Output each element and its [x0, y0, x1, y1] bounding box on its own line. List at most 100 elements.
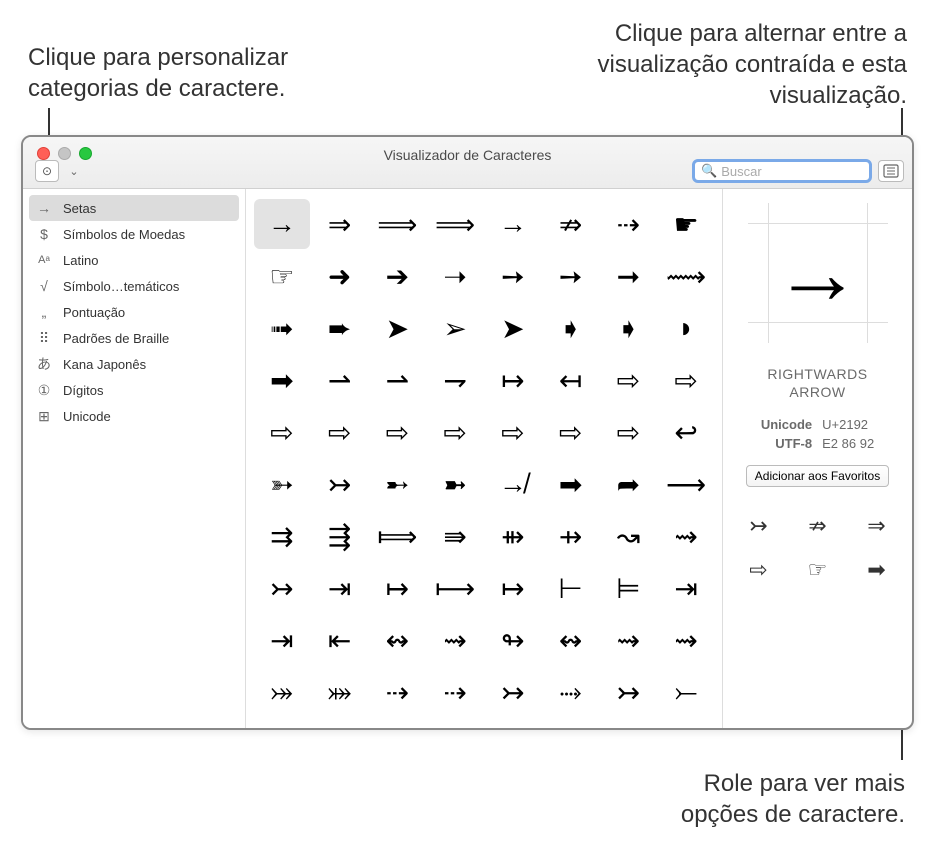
char-cell[interactable]: ⟿: [658, 251, 714, 301]
variant-cell[interactable]: ⇨: [741, 557, 776, 583]
char-cell[interactable]: ⇒: [312, 199, 368, 249]
sidebar-item-digits[interactable]: ① Dígitos: [23, 377, 245, 403]
char-cell[interactable]: ➸: [370, 459, 426, 509]
sidebar-item-punctuation[interactable]: „ Pontuação: [23, 299, 245, 325]
char-cell[interactable]: ⇀: [370, 355, 426, 405]
char-cell[interactable]: ↣: [254, 563, 310, 613]
char-cell[interactable]: ◗: [658, 303, 714, 353]
char-cell[interactable]: ↣: [485, 667, 541, 717]
char-cell[interactable]: ↬: [485, 615, 541, 665]
char-cell[interactable]: ➔: [370, 251, 426, 301]
variant-cell[interactable]: ⇏: [800, 513, 835, 539]
char-cell[interactable]: ⇨: [601, 407, 657, 457]
char-cell[interactable]: ⇥: [658, 563, 714, 613]
char-cell[interactable]: ⇝: [658, 511, 714, 561]
char-cell[interactable]: ⟶: [658, 459, 714, 509]
char-cell[interactable]: ⟹: [370, 199, 426, 249]
char-cell[interactable]: ↦: [485, 355, 541, 405]
character-grid[interactable]: →⇒⟹⟹→⇏⇢☛☞➜➔➝➙➙➞⟿➟➨➤➢➤➧➧◗➡⇀⇀⇁↦↤⇨⇨⇨⇨⇨⇨⇨⇨⇨↩…: [246, 189, 722, 728]
char-cell[interactable]: ↭: [370, 615, 426, 665]
char-cell[interactable]: ➧: [601, 303, 657, 353]
char-cell[interactable]: ↣: [601, 667, 657, 717]
variant-cell[interactable]: ➡: [859, 557, 894, 583]
char-cell[interactable]: ⊢: [543, 563, 599, 613]
add-to-favorites-button[interactable]: Adicionar aos Favoritos: [746, 465, 889, 487]
char-cell[interactable]: ➳: [254, 459, 310, 509]
char-cell[interactable]: ⊨: [601, 563, 657, 613]
char-cell[interactable]: ⇨: [312, 407, 368, 457]
char-cell[interactable]: ➨: [312, 303, 368, 353]
char-cell[interactable]: ⟼: [427, 563, 483, 613]
sidebar-item-braille[interactable]: ⠿ Padrões de Braille: [23, 325, 245, 351]
char-cell[interactable]: ➡: [254, 355, 310, 405]
char-cell[interactable]: ⇶: [312, 511, 368, 561]
sidebar-item-math[interactable]: √ Símbolo…temáticos: [23, 273, 245, 299]
char-cell[interactable]: ⇨: [254, 407, 310, 457]
char-cell[interactable]: ⟹: [427, 199, 483, 249]
search-input[interactable]: [721, 164, 863, 179]
char-cell[interactable]: ⇨: [658, 355, 714, 405]
customize-categories-button[interactable]: ⊙: [35, 160, 59, 182]
char-cell[interactable]: ⇸: [543, 511, 599, 561]
char-cell[interactable]: ➤: [485, 303, 541, 353]
char-cell[interactable]: ⇝: [427, 615, 483, 665]
char-cell[interactable]: ➧: [543, 303, 599, 353]
char-cell[interactable]: ➦: [601, 459, 657, 509]
char-cell[interactable]: ⤗: [312, 667, 368, 717]
char-cell[interactable]: ⤖: [254, 667, 310, 717]
category-dropdown-button[interactable]: ⌄: [65, 165, 83, 178]
sidebar-item-latin[interactable]: Aa Latino: [23, 247, 245, 273]
char-cell[interactable]: ➙: [485, 251, 541, 301]
char-cell[interactable]: ⇨: [485, 407, 541, 457]
char-cell[interactable]: ☞: [254, 251, 310, 301]
char-cell[interactable]: ↣: [312, 459, 368, 509]
char-cell[interactable]: ➡: [543, 459, 599, 509]
char-cell[interactable]: →: [254, 199, 310, 249]
char-cell[interactable]: ⇏: [543, 199, 599, 249]
char-cell[interactable]: ⇥: [254, 615, 310, 665]
char-cell[interactable]: ➤: [370, 303, 426, 353]
char-cell[interactable]: ⤚: [658, 667, 714, 717]
variant-cell[interactable]: ⇒: [859, 513, 894, 539]
toggle-view-button[interactable]: [878, 160, 904, 182]
char-cell[interactable]: ↦: [485, 563, 541, 613]
char-cell[interactable]: ↩: [658, 407, 714, 457]
variant-cell[interactable]: ↣: [741, 513, 776, 539]
char-cell[interactable]: ⇢: [427, 667, 483, 717]
variant-cell[interactable]: ☞: [800, 557, 835, 583]
char-cell[interactable]: ➝: [427, 251, 483, 301]
variant-grid[interactable]: ↣ ⇏ ⇒ ⇨ ☞ ➡: [733, 513, 902, 583]
char-cell[interactable]: ⇢: [601, 199, 657, 249]
sidebar-item-arrows[interactable]: → Setas: [29, 195, 239, 221]
search-field[interactable]: 🔍: [692, 159, 872, 183]
char-cell[interactable]: ➟: [254, 303, 310, 353]
char-cell[interactable]: ⇁: [427, 355, 483, 405]
char-cell[interactable]: ↭: [543, 615, 599, 665]
char-cell[interactable]: ⤑: [543, 667, 599, 717]
char-cell[interactable]: ☛: [658, 199, 714, 249]
char-cell[interactable]: ⇉: [254, 511, 310, 561]
char-cell[interactable]: ↤: [543, 355, 599, 405]
sidebar-item-currency[interactable]: $ Símbolos de Moedas: [23, 221, 245, 247]
char-cell[interactable]: ⇥: [312, 563, 368, 613]
char-cell[interactable]: ⟾: [370, 511, 426, 561]
char-cell[interactable]: ➼: [427, 459, 483, 509]
char-cell[interactable]: ↛: [485, 459, 541, 509]
char-cell[interactable]: ⇤: [312, 615, 368, 665]
char-cell[interactable]: ⇀: [312, 355, 368, 405]
char-cell[interactable]: ⇝: [601, 615, 657, 665]
char-cell[interactable]: ⇨: [370, 407, 426, 457]
char-cell[interactable]: ➢: [427, 303, 483, 353]
char-cell[interactable]: ⇻: [485, 511, 541, 561]
char-cell[interactable]: ⇢: [370, 667, 426, 717]
char-cell[interactable]: ➞: [601, 251, 657, 301]
char-cell[interactable]: ↦: [370, 563, 426, 613]
char-cell[interactable]: ⇛: [427, 511, 483, 561]
char-cell[interactable]: ➜: [312, 251, 368, 301]
char-cell[interactable]: →: [485, 199, 541, 249]
char-cell[interactable]: ⇨: [543, 407, 599, 457]
char-cell[interactable]: ⇨: [601, 355, 657, 405]
char-cell[interactable]: ⇝: [658, 615, 714, 665]
sidebar-item-kana[interactable]: あ Kana Japonês: [23, 351, 245, 377]
char-cell[interactable]: ↝: [601, 511, 657, 561]
